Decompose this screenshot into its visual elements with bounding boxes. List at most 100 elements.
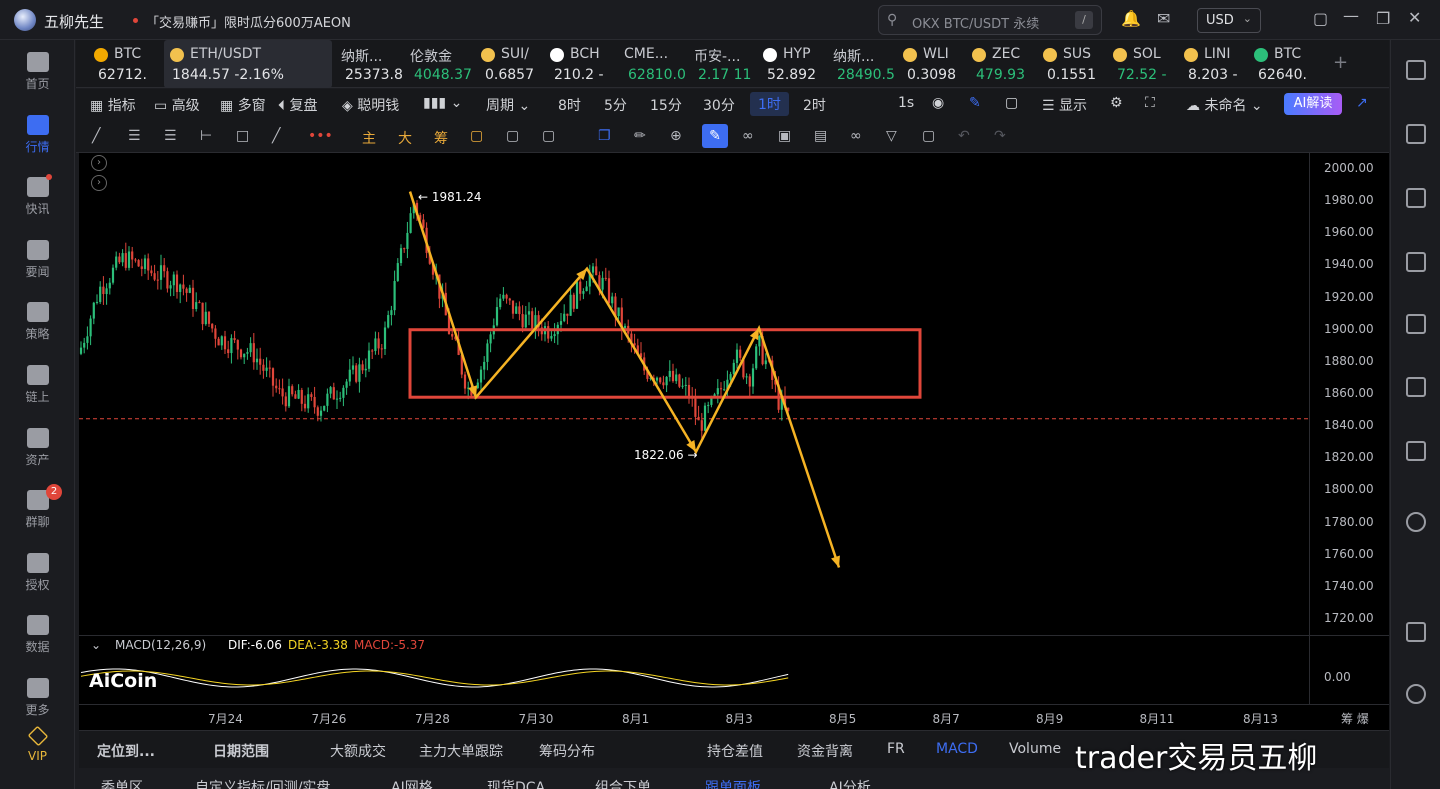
period-15m[interactable]: 15分 [650,95,682,115]
period-8h[interactable]: 8时 [558,95,581,115]
nav-chat[interactable]: 群聊 [0,490,75,530]
ticker-item[interactable]: BTC 62640. [1254,40,1316,88]
nav-vip[interactable]: VIP [0,725,75,763]
compare-icon[interactable] [1406,622,1426,642]
bottom-tab[interactable]: 资金背离 [797,741,853,761]
monitor-icon[interactable] [1406,314,1426,334]
ticker-item[interactable]: 纳斯... 28490.5 [833,40,895,88]
nav-data[interactable]: 数据 [0,615,75,655]
layout-list-icon[interactable] [1406,60,1426,80]
bell-icon[interactable]: 🔔 [1121,9,1141,28]
chart-type-button[interactable]: ▮▮▮ ⌄ [423,95,462,111]
period-select[interactable]: 周期 ⌄ [486,95,530,115]
advanced-button[interactable]: ▭ 高级 [154,95,200,115]
document-icon[interactable] [1406,124,1426,144]
ruler-icon[interactable]: ✏ [634,128,646,144]
ticker-item[interactable]: 纳斯... 25373.8 [341,40,403,88]
fullscreen-icon[interactable]: ⛶ [1145,95,1155,111]
ticker-item[interactable]: ZEC 479.93 [972,40,1034,88]
robot-icon[interactable] [1406,441,1426,461]
ticker-item[interactable]: SUS 0.1551 [1043,40,1105,88]
currency-select[interactable]: USD ⌄ [1197,8,1261,33]
hline-tool-icon[interactable]: ☰ [164,128,177,144]
parallel-tool-icon[interactable]: ☰ [128,128,141,144]
panel-tab[interactable]: AI网格 [391,777,433,789]
camera-icon[interactable]: ◉ [932,95,944,111]
bottom-tab[interactable]: FR [887,741,905,757]
ticker-item[interactable]: SUI/0.6857 [481,40,543,88]
ticker-item[interactable]: WLI 0.3098 [903,40,965,88]
bottom-tab[interactable]: 日期范围 [213,741,269,761]
ticker-item[interactable]: LINI 8.203 - [1184,40,1246,88]
period-1h[interactable]: 1时 [750,92,789,116]
nav-strategy[interactable]: 策略 [0,302,75,342]
nav-auth[interactable]: 授权 [0,553,75,593]
bottom-tab[interactable]: 持仓差值 [707,741,763,761]
magnet-icon[interactable]: ∞ [742,128,754,144]
nav-home[interactable]: 首页 [0,52,75,92]
panel-tab[interactable]: 跟单面板 [705,777,761,789]
ticker-item[interactable]: 伦敦金 4048.37 [410,40,472,88]
trend-icon[interactable] [1406,252,1426,272]
display-button[interactable]: ☰ 显示 [1042,95,1087,115]
bottom-tab[interactable]: 主力大单跟踪 [419,741,503,761]
multi-window-button[interactable]: ▦ 多窗 [220,95,266,115]
macd-panel[interactable]: ⌄ MACD(12,26,9) DIF:-6.06 DEA:-3.38 MACD… [79,635,1309,704]
nav-flash[interactable]: 快讯 [0,177,75,217]
exchange-icon[interactable] [1406,512,1426,532]
lock-icon[interactable]: ▣ [778,128,791,144]
mail-icon[interactable]: ✉ [1157,9,1170,28]
cross-line-tool-icon[interactable]: ⊢ [200,128,212,144]
search-input[interactable]: ⚲ OKX BTC/USDT 永续 / [878,5,1102,35]
trash-icon[interactable]: ▢ [922,128,935,144]
rect-tool-icon[interactable]: □ [236,128,249,144]
promo-banner-link[interactable]: 「交易赚币」限时瓜分600万AEON [146,12,351,31]
bottom-tab[interactable]: MACD [936,741,978,757]
period-2h[interactable]: 2时 [803,95,826,115]
edit-list-icon[interactable]: ▤ [814,128,827,144]
bottom-tab[interactable]: 筹码分布 [539,741,595,761]
price-chart[interactable]: › › ← 1981.24 1822.06 → [79,153,1309,635]
nav-headlines[interactable]: 要闻 [0,240,75,280]
period-5m[interactable]: 5分 [604,95,627,115]
nav-more[interactable]: 更多 [0,678,75,718]
zoom-in-icon[interactable]: ⊕ [670,128,682,144]
panel-tab[interactable]: 组合下单 [595,777,651,789]
collapse-icon[interactable]: ⌄ [91,638,101,652]
template-select[interactable]: ☁ 未命名 ⌄ [1186,95,1263,115]
ai-analysis-button[interactable]: AI解读 [1284,93,1342,115]
measure-tool-icon[interactable]: ▢ [506,128,519,144]
ticker-item[interactable]: BTC 62712. [94,40,156,88]
panel-tab[interactable]: 现货DCA [487,777,545,789]
bottom-tab[interactable]: 大额成交 [330,741,386,761]
restore-icon[interactable]: ❐ [1376,9,1390,28]
ticker-item[interactable]: HYP 52.892 [763,40,825,88]
replay-button[interactable]: ⏴ 复盘 [278,95,317,115]
ticker-item[interactable]: 币安-... 2.17 11 [694,40,756,88]
nav-assets[interactable]: 资产 [0,428,75,468]
panel-tab[interactable]: AI分析 [829,777,871,789]
close-icon[interactable]: ✕ [1408,8,1421,27]
popout-icon[interactable]: ▢ [1313,9,1328,28]
ticker-item[interactable]: CME... 62810.0 [624,40,686,88]
add-ticker-icon[interactable]: + [1333,52,1348,73]
dollar-icon[interactable] [1406,188,1426,208]
panel-tab[interactable]: 自定义指标/回测/实盘 [195,777,330,789]
time-axis[interactable]: 筹 爆 7月24 7月26 7月28 7月30 8月1 8月3 8月5 8月7 8月9 8月11 8… [79,704,1389,730]
share-icon[interactable]: ↗ [1356,95,1368,111]
headset-icon[interactable] [1406,684,1426,704]
ticker-item[interactable]: BCH 210.2 - [550,40,612,88]
new-window-icon[interactable]: ▢ [1005,95,1018,111]
nav-market[interactable]: 行情 [0,115,75,155]
redo-icon[interactable]: ↷ [994,128,1006,144]
pen-icon[interactable]: ✎ [969,95,981,111]
expand-icon[interactable]: › [91,155,107,171]
indicators-button[interactable]: ▦ 指标 [90,95,136,115]
panel-tab[interactable]: 委单区 [101,777,143,789]
pattern-tool-icon[interactable]: ▢ [542,128,555,144]
price-axis[interactable]: 2000.00 1980.00 1960.00 1940.00 1920.00 1900.… [1309,153,1389,635]
smart-money-button[interactable]: ◈ 聪明钱 [342,95,399,115]
more-tools-icon[interactable]: ••• [308,128,333,144]
period-30m[interactable]: 30分 [703,95,735,115]
filter-icon[interactable]: ▽ [886,128,897,144]
